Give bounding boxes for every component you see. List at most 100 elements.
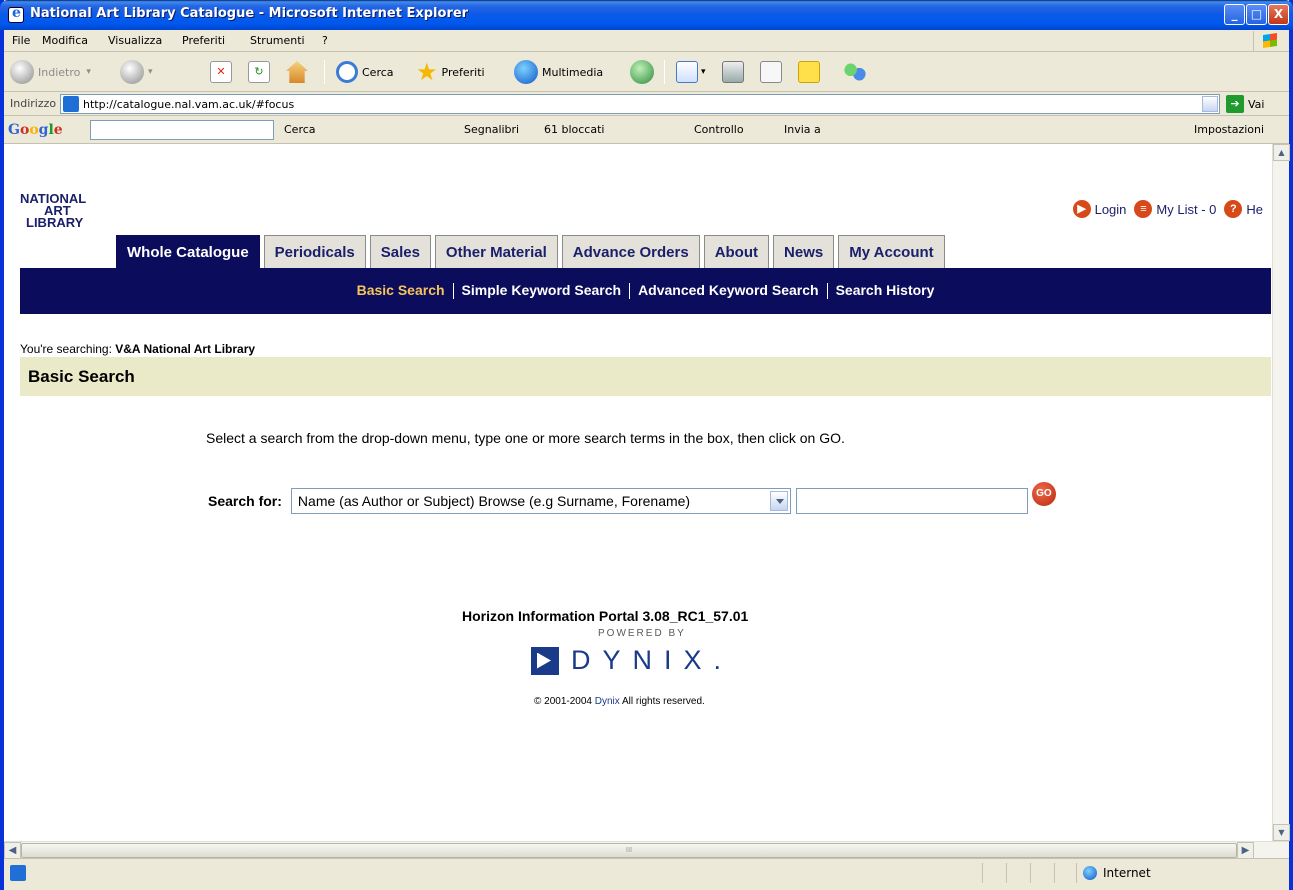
address-bar: Indirizzo http://catalogue.nal.vam.ac.uk… bbox=[4, 92, 1289, 116]
menu-bar: File Modifica Visualizza Preferiti Strum… bbox=[4, 30, 1289, 52]
status-bar: Internet bbox=[4, 858, 1289, 890]
top-links: ▶ Login ≡ My List - 0 ? He bbox=[1065, 200, 1263, 218]
star-icon: ★ bbox=[416, 58, 438, 86]
stop-icon: ✕ bbox=[210, 61, 232, 83]
address-url: http://catalogue.nal.vam.ac.uk/#focus bbox=[83, 98, 295, 111]
portal-version: Horizon Information Portal 3.08_RC1_57.0… bbox=[462, 608, 749, 624]
search-term-input[interactable] bbox=[795, 488, 1028, 514]
search-instructions: Select a search from the drop-down menu,… bbox=[206, 430, 845, 446]
tab-advance-orders[interactable]: Advance Orders bbox=[561, 235, 700, 268]
messenger-button[interactable] bbox=[844, 60, 870, 84]
address-input[interactable]: http://catalogue.nal.vam.ac.uk/#focus bbox=[60, 94, 1220, 114]
close-button[interactable]: X bbox=[1268, 4, 1289, 25]
menu-modifica[interactable]: Modifica bbox=[42, 34, 88, 47]
chevron-down-icon: ▾ bbox=[86, 67, 91, 77]
google-settings-button[interactable]: Impostazioni bbox=[1194, 123, 1264, 136]
tab-news[interactable]: News bbox=[773, 235, 835, 268]
google-search-input[interactable] bbox=[90, 120, 274, 140]
dynix-link[interactable]: Dynix bbox=[595, 696, 620, 707]
refresh-button[interactable]: ↻ bbox=[248, 60, 270, 84]
menu-strumenti[interactable]: Strumenti bbox=[250, 34, 305, 47]
edit-button[interactable] bbox=[760, 60, 782, 84]
help-icon: ? bbox=[1224, 200, 1243, 218]
window-title: National Art Library Catalogue - Microso… bbox=[30, 6, 469, 21]
dynix-logo[interactable]: DYNIX. bbox=[531, 645, 733, 676]
back-button[interactable]: Indietro ▾ bbox=[10, 60, 91, 84]
tab-whole-catalogue[interactable]: Whole Catalogue bbox=[116, 235, 260, 268]
home-icon bbox=[286, 61, 308, 83]
vertical-scrollbar[interactable]: ▲ ▼ bbox=[1272, 144, 1290, 841]
nal-logo[interactable]: NATIONAL ART LIBRARY bbox=[20, 192, 86, 229]
google-bookmarks-button[interactable]: Segnalibri bbox=[464, 123, 519, 136]
scroll-thumb[interactable]: III bbox=[21, 843, 1237, 858]
tab-my-account[interactable]: My Account bbox=[838, 235, 945, 268]
google-search-button[interactable]: Cerca bbox=[284, 123, 316, 136]
menu-file[interactable]: File bbox=[12, 34, 30, 47]
menu-help[interactable]: ? bbox=[322, 34, 328, 47]
page-icon bbox=[10, 865, 26, 881]
history-button[interactable] bbox=[630, 60, 658, 84]
tab-periodicals[interactable]: Periodicals bbox=[263, 235, 366, 268]
windows-logo-icon bbox=[1253, 31, 1285, 51]
search-for-label: Search for: bbox=[208, 493, 282, 509]
address-go-button[interactable]: ➔ Vai bbox=[1226, 94, 1264, 114]
maximize-button[interactable]: □ bbox=[1246, 4, 1267, 25]
go-button[interactable]: GO bbox=[1031, 482, 1056, 506]
catalogue-tabs: Whole Catalogue Periodicals Sales Other … bbox=[116, 235, 949, 268]
messenger-icon bbox=[844, 61, 866, 83]
edit-icon bbox=[760, 61, 782, 83]
go-arrow-icon: ➔ bbox=[1226, 95, 1244, 113]
subnav-advanced-keyword-search[interactable]: Advanced Keyword Search bbox=[638, 282, 819, 298]
favorites-button[interactable]: ★ Preferiti bbox=[416, 60, 485, 84]
tab-about[interactable]: About bbox=[703, 235, 770, 268]
subnav-basic-search[interactable]: Basic Search bbox=[357, 282, 445, 298]
standard-toolbar: Indietro ▾ ▾ ✕ ↻ Cerca ★ Preferiti Multi… bbox=[4, 52, 1289, 92]
security-zone: Internet bbox=[1076, 863, 1256, 883]
help-link[interactable]: He bbox=[1246, 202, 1263, 217]
address-dropdown-button[interactable] bbox=[1202, 96, 1218, 112]
forward-button[interactable]: ▾ bbox=[120, 60, 153, 84]
menu-preferiti[interactable]: Preferiti bbox=[182, 34, 225, 47]
title-bar: National Art Library Catalogue - Microso… bbox=[0, 0, 1293, 30]
dynix-mark-icon bbox=[531, 646, 559, 675]
scroll-left-button[interactable]: ◀ bbox=[4, 842, 21, 859]
page-icon bbox=[63, 96, 79, 112]
history-icon bbox=[630, 60, 654, 84]
tab-other-material[interactable]: Other Material bbox=[434, 235, 558, 268]
subnav-search-history[interactable]: Search History bbox=[836, 282, 935, 298]
chevron-down-icon[interactable] bbox=[769, 491, 788, 511]
search-button[interactable]: Cerca bbox=[336, 60, 394, 84]
my-list-link[interactable]: My List - 0 bbox=[1156, 202, 1216, 217]
google-send-button[interactable]: Invia a bbox=[784, 123, 821, 136]
mail-icon bbox=[676, 61, 698, 83]
media-button[interactable]: Multimedia bbox=[514, 60, 603, 84]
google-logo[interactable]: Google bbox=[8, 122, 63, 138]
chevron-down-icon: ▾ bbox=[701, 67, 706, 77]
print-button[interactable] bbox=[722, 60, 744, 84]
minimize-button[interactable]: _ bbox=[1224, 4, 1245, 25]
scroll-down-button[interactable]: ▼ bbox=[1273, 824, 1290, 841]
stop-button[interactable]: ✕ bbox=[210, 60, 232, 84]
google-spellcheck-button[interactable]: Controllo bbox=[694, 123, 744, 136]
page-content: NATIONAL ART LIBRARY ▶ Login ≡ My List -… bbox=[4, 144, 1289, 841]
tab-sales[interactable]: Sales bbox=[369, 235, 431, 268]
home-button[interactable] bbox=[286, 60, 308, 84]
menu-visualizza[interactable]: Visualizza bbox=[108, 34, 162, 47]
google-popup-blocker[interactable]: 61 bloccati bbox=[544, 123, 604, 136]
back-arrow-icon bbox=[10, 60, 34, 84]
scroll-up-button[interactable]: ▲ bbox=[1273, 144, 1290, 161]
forward-arrow-icon bbox=[120, 60, 144, 84]
chevron-down-icon: ▾ bbox=[148, 67, 153, 77]
login-link[interactable]: Login bbox=[1095, 202, 1127, 217]
search-type-select[interactable]: Name (as Author or Subject) Browse (e.g … bbox=[290, 488, 791, 514]
search-icon bbox=[336, 61, 358, 83]
mail-button[interactable]: ▾ bbox=[676, 60, 706, 84]
toolbar-separator bbox=[664, 60, 665, 84]
subnav-simple-keyword-search[interactable]: Simple Keyword Search bbox=[462, 282, 622, 298]
browser-window: National Art Library Catalogue - Microso… bbox=[0, 0, 1293, 890]
scroll-right-button[interactable]: ▶ bbox=[1237, 842, 1254, 859]
notes-button[interactable] bbox=[798, 60, 820, 84]
horizontal-scrollbar[interactable]: ◀ III ▶ bbox=[4, 841, 1289, 859]
powered-by: POWERED BY bbox=[598, 628, 686, 639]
media-icon bbox=[514, 60, 538, 84]
